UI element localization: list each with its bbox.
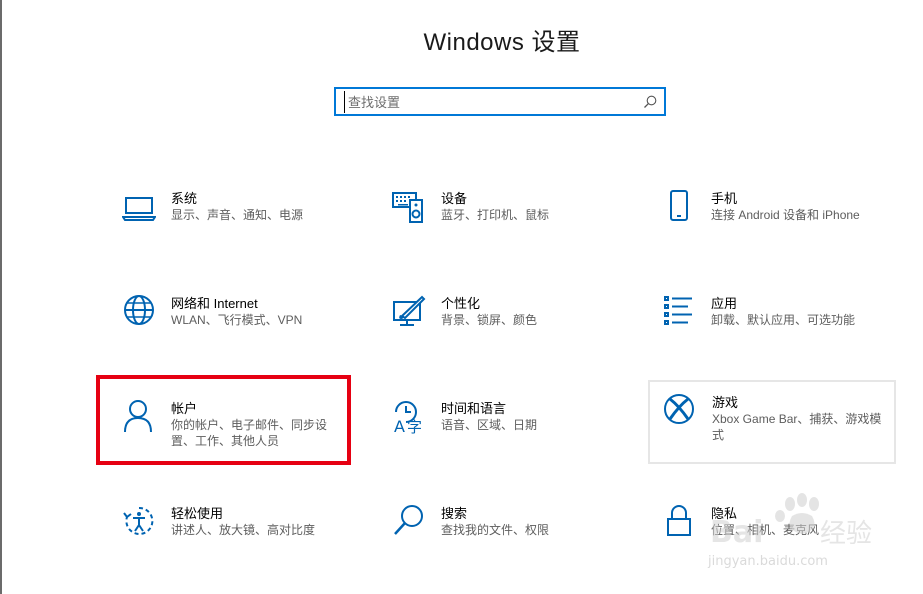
tile-name: 个性化 bbox=[441, 296, 481, 311]
tile-gaming[interactable]: 游戏 Xbox Game Bar、捕获、游戏模式 bbox=[648, 380, 896, 464]
page-title: Windows 设置 bbox=[423, 29, 581, 56]
tile-name: 帐户 bbox=[171, 401, 198, 416]
xbox-icon bbox=[664, 394, 694, 424]
tile-name: 搜索 bbox=[441, 506, 468, 521]
tile-desc: 语音、区域、日期 bbox=[441, 418, 538, 432]
tile-name: 系统 bbox=[171, 191, 198, 206]
tile-desc: 你的帐户、电子邮件、同步设置、工作、其他人员 bbox=[171, 418, 328, 448]
tile-desc: 位置、相机、麦克风 bbox=[711, 523, 820, 537]
tile-system[interactable]: 系统 显示、声音、通知、电源 bbox=[98, 176, 346, 260]
tile-desc: 查找我的文件、权限 bbox=[441, 523, 550, 537]
lock-icon bbox=[667, 505, 691, 536]
tile-name: 轻松使用 bbox=[171, 506, 224, 521]
tile-search[interactable]: 搜索 查找我的文件、权限 bbox=[368, 491, 616, 575]
paint-monitor-icon bbox=[393, 295, 426, 326]
tile-desc: 讲述人、放大镜、高对比度 bbox=[171, 523, 316, 537]
tile-ease-of-access[interactable]: 轻松使用 讲述人、放大镜、高对比度 bbox=[98, 491, 346, 575]
app-list-icon bbox=[664, 296, 692, 325]
tile-desc: 显示、声音、通知、电源 bbox=[171, 208, 304, 222]
tile-desc: 背景、锁屏、颜色 bbox=[441, 313, 538, 327]
magnifier-icon bbox=[394, 505, 423, 535]
tile-accounts[interactable]: 帐户 你的帐户、电子邮件、同步设置、工作、其他人员 bbox=[98, 386, 346, 470]
svg-text:A: A bbox=[394, 417, 405, 434]
keyboard-speaker-icon bbox=[392, 192, 423, 223]
tile-apps[interactable]: 应用 卸载、默认应用、可选功能 bbox=[638, 281, 886, 365]
tile-phone[interactable]: 手机 连接 Android 设备和 iPhone bbox=[638, 176, 886, 260]
tile-name: 时间和语言 bbox=[441, 401, 507, 416]
tile-desc: WLAN、飞行模式、VPN bbox=[171, 313, 303, 327]
tile-desc: 连接 Android 设备和 iPhone bbox=[711, 208, 860, 222]
window-left-edge bbox=[0, 0, 2, 594]
person-icon bbox=[124, 400, 152, 433]
tile-desc: 卸载、默认应用、可选功能 bbox=[711, 313, 856, 327]
tile-devices[interactable]: 设备 蓝牙、打印机、鼠标 bbox=[368, 176, 616, 260]
tile-name: 设备 bbox=[441, 191, 468, 206]
search-box[interactable] bbox=[334, 87, 666, 116]
time-language-icon: A 字 bbox=[394, 401, 422, 434]
globe-icon bbox=[124, 295, 154, 325]
tile-network[interactable]: 网络和 Internet WLAN、飞行模式、VPN bbox=[98, 281, 346, 365]
tile-name: 网络和 Internet bbox=[171, 296, 258, 311]
phone-icon bbox=[670, 190, 688, 221]
laptop-icon bbox=[122, 197, 156, 221]
svg-text:字: 字 bbox=[407, 418, 422, 434]
tile-privacy[interactable]: 隐私 位置、相机、麦克风 bbox=[638, 491, 886, 575]
tile-personalization[interactable]: 个性化 背景、锁屏、颜色 bbox=[368, 281, 616, 365]
tile-name: 应用 bbox=[711, 296, 738, 311]
tile-name: 游戏 bbox=[712, 395, 739, 410]
tile-time-language[interactable]: A 字 时间和语言 语音、区域、日期 bbox=[368, 386, 616, 470]
tile-desc: 蓝牙、打印机、鼠标 bbox=[441, 208, 550, 222]
search-icon[interactable] bbox=[642, 94, 658, 110]
tile-name: 隐私 bbox=[711, 506, 738, 521]
ease-of-access-icon bbox=[123, 506, 154, 535]
tile-name: 手机 bbox=[711, 191, 738, 206]
search-input[interactable] bbox=[344, 91, 638, 113]
tile-desc: Xbox Game Bar、捕获、游戏模式 bbox=[712, 412, 882, 442]
